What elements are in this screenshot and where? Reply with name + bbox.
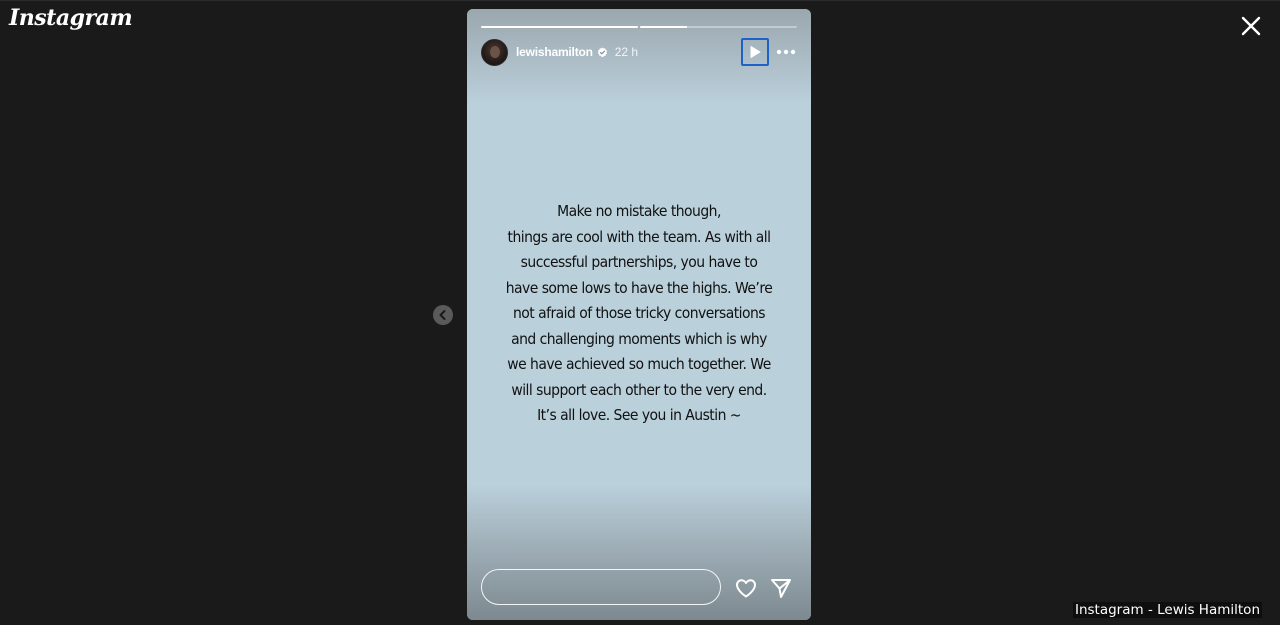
story-timestamp: 22 h: [614, 45, 639, 59]
instagram-logo[interactable]: Instagram: [9, 5, 133, 31]
image-caption: Instagram - Lewis Hamilton: [1072, 602, 1262, 618]
story-username[interactable]: lewishamilton: [516, 45, 593, 59]
play-button[interactable]: [741, 38, 769, 66]
story-text-line: have some lows to have the highs. We’re: [505, 278, 773, 297]
previous-story-button[interactable]: [433, 305, 453, 325]
verified-badge-icon: [597, 47, 607, 57]
story-card[interactable]: lewishamilton 22 h Make no mistake thoug…: [467, 9, 811, 620]
progress-segment: [481, 26, 638, 28]
like-button[interactable]: [734, 576, 758, 600]
progress-segment: [640, 26, 797, 28]
close-button[interactable]: [1240, 15, 1262, 37]
more-options-button[interactable]: [775, 41, 797, 63]
play-icon: [750, 46, 761, 58]
story-text-line: will support each other to the very end.: [511, 380, 767, 399]
story-text-line: we have achieved so much together. We: [507, 355, 771, 373]
story-text-line: Make no mistake though,: [557, 202, 721, 220]
reply-input[interactable]: [481, 569, 721, 605]
avatar[interactable]: [481, 38, 508, 66]
story-text-line: successful partnerships, you have to: [520, 253, 758, 271]
story-progress-bar: [481, 26, 797, 28]
story-text-line: not afraid of those tricky conversations: [512, 304, 766, 322]
story-header: lewishamilton 22 h: [481, 38, 797, 66]
story-text-line: It’s all love. See you in Austin ~: [537, 406, 741, 424]
heart-icon: [736, 579, 756, 598]
more-horizontal-icon: [776, 49, 796, 55]
story-text: Make no mistake though, things are cool …: [502, 199, 776, 429]
close-icon: [1241, 16, 1261, 36]
story-text-line: and challenging moments which is why: [511, 329, 767, 348]
story-text-line: things are cool with the team. As with a…: [507, 227, 771, 246]
chevron-left-icon: [439, 310, 446, 320]
send-icon: [771, 579, 791, 598]
story-viewer-page: Instagram lewishamilton 22 h Make no mis…: [0, 0, 1280, 625]
share-button[interactable]: [769, 576, 793, 600]
